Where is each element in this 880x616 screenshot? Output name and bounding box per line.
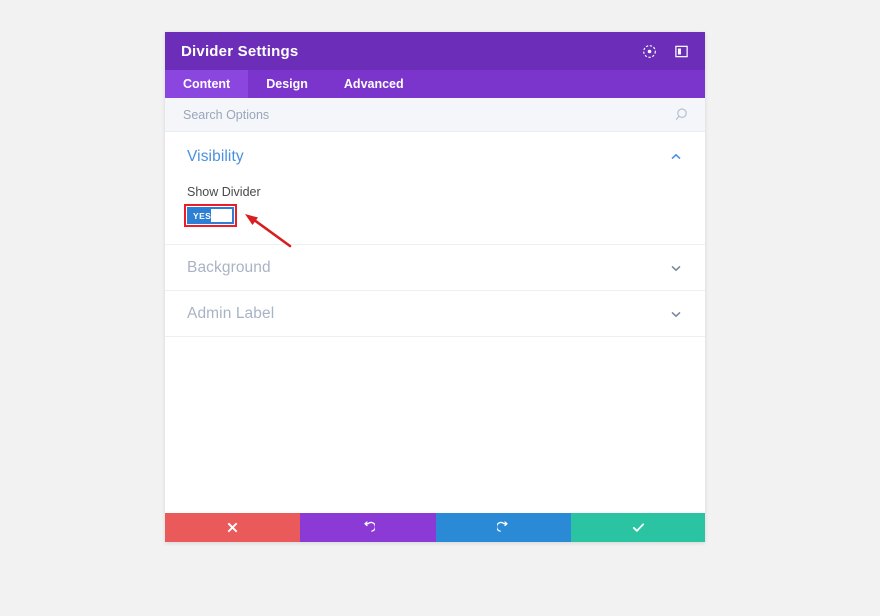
save-button[interactable] [571, 513, 705, 542]
section-visibility-header[interactable]: Visibility [187, 148, 683, 166]
focus-target-icon[interactable] [641, 43, 657, 59]
tab-advanced[interactable]: Advanced [326, 70, 422, 98]
redo-icon [497, 521, 511, 535]
settings-body: Visibility Show Divider YES Background [165, 132, 705, 513]
page-title: Divider Settings [181, 43, 641, 60]
divider-settings-panel: Divider Settings Content Design Advanced [165, 32, 705, 542]
chevron-down-icon[interactable] [669, 307, 683, 321]
section-admin-label[interactable]: Admin Label [165, 291, 705, 337]
section-admin-label-title: Admin Label [187, 305, 274, 323]
show-divider-toggle[interactable]: YES [187, 207, 234, 224]
checkmark-icon [631, 520, 646, 535]
toggle-knob[interactable] [211, 209, 232, 222]
chevron-up-icon[interactable] [669, 150, 683, 164]
search-bar [165, 98, 705, 132]
tab-content[interactable]: Content [165, 70, 248, 98]
tab-design[interactable]: Design [248, 70, 326, 98]
close-x-icon [226, 521, 239, 534]
section-background-title: Background [187, 259, 271, 277]
section-visibility-title: Visibility [187, 148, 244, 166]
undo-icon [361, 521, 375, 535]
show-divider-toggle-wrapper: YES [187, 207, 234, 224]
panel-footer [165, 513, 705, 542]
search-icon[interactable] [673, 107, 689, 123]
undo-button[interactable] [300, 513, 436, 542]
search-input[interactable] [181, 107, 673, 123]
section-visibility: Visibility Show Divider YES [165, 132, 705, 245]
panel-header: Divider Settings [165, 32, 705, 70]
toggle-value-label: YES [188, 211, 211, 221]
chevron-down-icon[interactable] [669, 261, 683, 275]
header-icon-group [641, 43, 689, 59]
panel-layout-icon[interactable] [673, 43, 689, 59]
cancel-button[interactable] [165, 513, 300, 542]
tab-bar: Content Design Advanced [165, 70, 705, 98]
show-divider-label: Show Divider [187, 185, 683, 199]
section-background[interactable]: Background [165, 245, 705, 291]
redo-button[interactable] [436, 513, 571, 542]
